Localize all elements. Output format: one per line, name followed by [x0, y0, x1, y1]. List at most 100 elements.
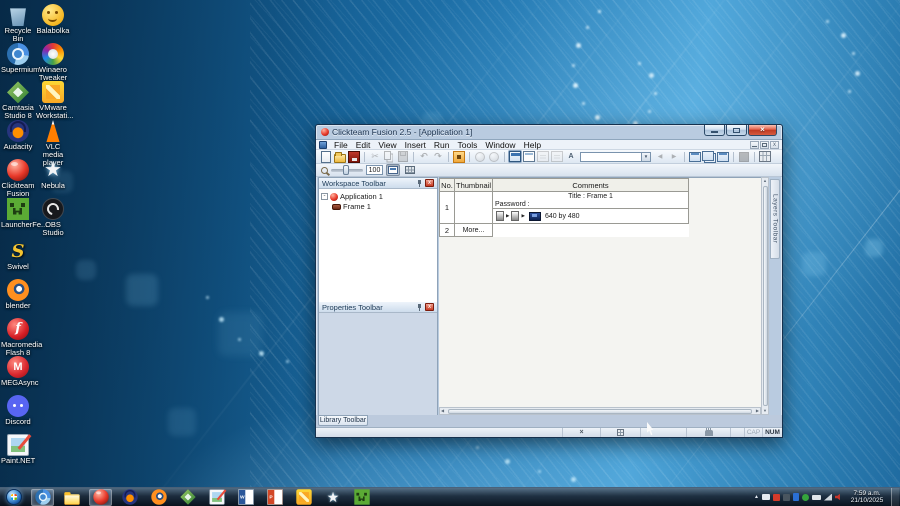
scroll-up-icon[interactable]: ▲ — [762, 178, 768, 184]
frame-editor-button[interactable] — [522, 150, 536, 163]
tray-keyboard-icon[interactable] — [762, 494, 770, 500]
taskbar-paintnet-button[interactable] — [205, 489, 228, 506]
desktop-icon-winaero[interactable]: Winaero Tweaker — [36, 42, 70, 82]
fade-out-transition-icon[interactable] — [511, 211, 520, 221]
menu-help[interactable]: Help — [520, 140, 545, 150]
horizontal-scrollbar-thumb[interactable] — [448, 409, 752, 414]
mdi-minimize-button[interactable] — [750, 141, 759, 149]
grid-view-button[interactable] — [403, 164, 417, 176]
desktop-icon-swivel[interactable]: S Swivel — [1, 240, 35, 271]
vertical-scrollbar[interactable]: ▲ ▼ — [761, 177, 769, 415]
desktop-icon-balabolka[interactable]: Balabolka — [36, 4, 70, 35]
taskbar-powerpoint-button[interactable]: P — [263, 489, 286, 506]
frame-thumbnail-cell[interactable] — [455, 192, 493, 224]
tray-antivirus-icon[interactable] — [802, 493, 809, 501]
tray-updater-icon[interactable] — [783, 493, 790, 501]
menu-view[interactable]: View — [374, 140, 400, 150]
taskbar-vmware-button[interactable] — [292, 489, 315, 506]
paste-frame-button[interactable] — [716, 150, 730, 163]
scroll-right-icon[interactable]: ▶ — [755, 408, 760, 414]
tray-bluetooth-icon[interactable] — [793, 493, 799, 501]
paste-button — [396, 150, 410, 163]
taskbar-start-button[interactable] — [2, 489, 25, 506]
taskbar-nebula-button[interactable]: ★ — [321, 489, 344, 506]
menu-run[interactable]: Run — [430, 140, 454, 150]
taskbar-explorer-button[interactable] — [60, 489, 83, 506]
taskbar-clickteam-fusion-button[interactable] — [89, 488, 112, 506]
desktop-icon-audacity[interactable]: Audacity — [1, 120, 35, 151]
save-button[interactable] — [347, 150, 361, 163]
taskbar-launcherfenix-button[interactable] — [350, 489, 373, 506]
menu-file[interactable]: File — [330, 140, 352, 150]
desktop-icon-blender[interactable]: blender — [1, 278, 35, 310]
workspace-close-button[interactable]: x — [425, 179, 434, 187]
properties-toolbar-header[interactable]: Properties Toolbar x — [319, 302, 437, 313]
desktop-icon-recycle-bin[interactable]: Recycle Bin — [1, 4, 35, 43]
audacity-icon — [7, 120, 29, 143]
menu-edit[interactable]: Edit — [352, 140, 375, 150]
zoom-slider-thumb[interactable] — [343, 165, 349, 175]
tree-expand-icon[interactable]: - — [321, 193, 328, 200]
fade-in-transition-icon[interactable] — [496, 211, 504, 221]
new-object-button[interactable] — [452, 150, 466, 163]
tray-volume-icon[interactable] — [835, 493, 840, 501]
new-frame-button[interactable] — [688, 150, 702, 163]
pin-icon[interactable] — [417, 303, 422, 311]
workspace-toolbar-header[interactable]: Workspace Toolbar x — [319, 178, 437, 189]
taskbar-camtasia-button[interactable] — [176, 489, 199, 506]
tree-item-frame[interactable]: Frame 1 — [321, 202, 435, 211]
data-elements-button[interactable]: A — [564, 150, 578, 163]
thumbnail-view-button[interactable] — [386, 164, 400, 176]
open-button[interactable] — [333, 150, 347, 163]
new-button[interactable] — [319, 150, 333, 163]
tray-alert-icon[interactable] — [773, 493, 780, 501]
mdi-close-button[interactable]: x — [770, 141, 779, 149]
more-frames-button[interactable]: More... — [455, 224, 493, 237]
tree-item-application[interactable]: - Application 1 — [321, 192, 435, 201]
taskbar-blender-button[interactable] — [147, 489, 170, 506]
desktop-icon-camtasia[interactable]: Camtasia Studio 8 — [1, 81, 35, 120]
pin-icon[interactable] — [417, 179, 422, 187]
desktop-icon-vmware[interactable]: VMware Workstati... — [36, 81, 73, 120]
scroll-down-icon[interactable]: ▼ — [762, 408, 768, 414]
taskbar-clock[interactable]: 7:59 a.m. 21/10/2025 — [846, 490, 888, 505]
properties-close-button[interactable]: x — [425, 303, 434, 311]
taskbar-word-button[interactable]: W — [234, 489, 257, 506]
grid-options-button[interactable] — [758, 150, 772, 163]
desktop-icon-nebula[interactable]: ★ Nebula — [36, 159, 70, 190]
maximize-button[interactable] — [726, 125, 747, 136]
desktop-icon-obs[interactable]: OBS Studio — [36, 197, 70, 237]
zoom-value-input[interactable]: 100 — [366, 165, 383, 175]
show-desktop-button[interactable] — [891, 488, 899, 506]
title-bar[interactable]: Clickteam Fusion 2.5 - [Application 1] × — [316, 125, 782, 139]
desktop-icon-macromedia-flash[interactable]: f Macromedia Flash 8 — [1, 317, 42, 357]
frame-comment-text[interactable]: Title : Frame 1 Password : — [493, 192, 688, 209]
vertical-scrollbar-thumb[interactable] — [763, 186, 768, 406]
mdi-restore-button[interactable] — [760, 141, 769, 149]
desktop-icon-megasync[interactable]: M MEGAsync — [1, 356, 39, 387]
menu-insert[interactable]: Insert — [401, 140, 430, 150]
desktop-icon-launcherfenix[interactable]: LauncherFe... — [1, 197, 47, 229]
minimize-button[interactable] — [704, 125, 725, 136]
storyboard-editor-button[interactable] — [508, 150, 522, 163]
desktop-icon-paintnet[interactable]: Paint.NET — [1, 433, 35, 465]
frame-selector-dropdown-button[interactable]: ▼ — [642, 151, 651, 162]
menu-tools[interactable]: Tools — [454, 140, 482, 150]
zoom-slider[interactable] — [331, 165, 363, 175]
scroll-left-icon[interactable]: ◀ — [440, 408, 445, 414]
taskbar-supermium-button[interactable] — [31, 488, 54, 506]
taskbar-audacity-button[interactable] — [118, 489, 141, 506]
tray-expand-icon[interactable]: ▲ — [754, 494, 759, 500]
desktop-icon-discord[interactable]: Discord — [1, 395, 35, 426]
menu-window[interactable]: Window — [481, 140, 519, 150]
close-button[interactable]: × — [748, 125, 777, 136]
tray-network-icon[interactable] — [824, 493, 832, 501]
desktop-icon-supermium[interactable]: Supermium — [1, 42, 39, 74]
copy-frame-button[interactable] — [702, 150, 716, 163]
horizontal-scrollbar[interactable]: ◀ ▶ — [439, 407, 761, 415]
layers-toolbar-tab[interactable]: Layers Toolbar — [770, 179, 780, 259]
library-toolbar-tab[interactable]: Library Toolbar — [318, 415, 368, 426]
tray-battery-icon[interactable] — [812, 494, 821, 500]
frame-selector-input[interactable] — [580, 151, 642, 162]
screen-resolution-icon[interactable] — [528, 211, 541, 221]
